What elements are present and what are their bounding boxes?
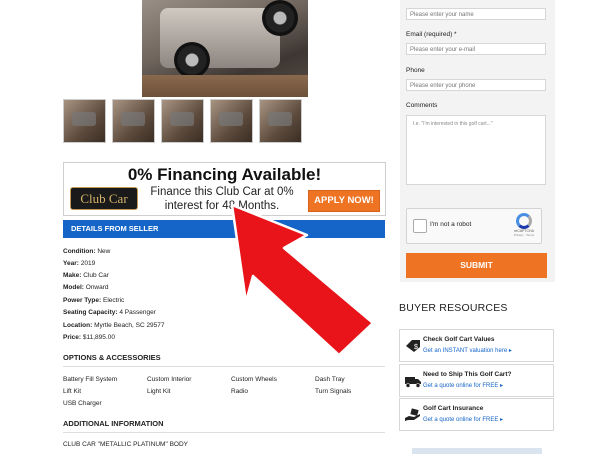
details-header: DETAILS FROM SELLER	[63, 220, 385, 238]
recaptcha-checkbox[interactable]	[413, 219, 427, 233]
recaptcha-widget: I'm not a robot reCAPTCHA Privacy - Term…	[406, 208, 542, 244]
option-item: Radio	[231, 388, 248, 395]
resource-check-values[interactable]: $ Check Golf Cart Values Get an INSTANT …	[399, 329, 554, 362]
phone-field[interactable]: Please enter your phone	[406, 79, 546, 91]
financing-description: Finance this Club Car at 0% interest for…	[148, 185, 296, 213]
resource-title: Check Golf Cart Values	[423, 336, 495, 343]
svg-text:$: $	[414, 344, 418, 351]
financing-line-2: interest for 48 Months.	[164, 200, 280, 212]
additional-info-text: CLUB CAR "METALLIC PLATINUM" BODY	[63, 441, 189, 448]
buyer-resources-title: BUYER RESOURCES	[399, 302, 508, 314]
email-label: Email (required) *	[406, 31, 457, 38]
email-field[interactable]: Please enter your e-mail	[406, 43, 546, 55]
spec-condition: Condition: New	[63, 248, 111, 255]
option-item: Light Kit	[147, 388, 171, 395]
thumbnail-4[interactable]	[210, 99, 253, 143]
financing-headline: 0% Financing Available!	[127, 165, 322, 184]
floor	[142, 75, 308, 97]
resource-insurance[interactable]: Golf Cart Insurance Get a quote online f…	[399, 398, 554, 431]
truck-icon	[405, 377, 421, 388]
option-item: Battery Fill System	[63, 376, 118, 383]
thumbnail-strip	[63, 99, 302, 143]
resource-title: Golf Cart Insurance	[423, 405, 484, 412]
resource-shipping[interactable]: Need to Ship This Golf Cart? Get a quote…	[399, 364, 554, 397]
rear-tire	[262, 0, 298, 36]
option-item: Dash Tray	[315, 376, 345, 383]
option-item: Turn Signals	[315, 388, 352, 395]
name-field[interactable]: Please enter your name	[406, 8, 546, 20]
additional-info-title: ADDITIONAL INFORMATION	[63, 419, 164, 428]
recaptcha-logo: reCAPTCHA Privacy - Terms	[512, 213, 536, 237]
comments-field[interactable]: I.e. "I'm interested in this golf cart..…	[406, 115, 546, 185]
options-title: OPTIONS & ACCESSORIES	[63, 353, 161, 362]
recaptcha-links[interactable]: Privacy - Terms	[512, 233, 536, 237]
spec-make: Make: Club Car	[63, 272, 109, 279]
divider	[63, 432, 385, 433]
financing-line-1: Finance this Club Car at 0%	[150, 186, 294, 198]
resource-link[interactable]: Get a quote online for FREE ▸	[423, 382, 503, 389]
recaptcha-icon	[516, 213, 532, 229]
thumbnail-5[interactable]	[259, 99, 302, 143]
thumbnail-3[interactable]	[161, 99, 204, 143]
option-item: Custom Interior	[147, 376, 192, 383]
club-car-logo: Club Car	[70, 187, 138, 210]
option-item: Custom Wheels	[231, 376, 277, 383]
spec-model: Model: Onward	[63, 284, 109, 291]
apply-now-button[interactable]: APPLY NOW!	[308, 190, 380, 212]
spec-price: Price: $11,895.00	[63, 334, 115, 341]
spec-power-type: Power Type: Electric	[63, 297, 125, 304]
thumbnail-1[interactable]	[63, 99, 106, 143]
thumbnail-2[interactable]	[112, 99, 155, 143]
submit-button[interactable]: SUBMIT	[406, 253, 547, 278]
ad-banner[interactable]	[412, 448, 542, 454]
financing-banner: 0% Financing Available! Club Car Finance…	[63, 162, 386, 216]
comments-label: Comments	[406, 102, 438, 109]
option-item: Lift Kit	[63, 388, 82, 395]
recaptcha-label: I'm not a robot	[430, 221, 472, 228]
insurance-hand-icon	[405, 408, 420, 421]
divider	[63, 366, 385, 367]
spec-year: Year: 2019	[63, 260, 96, 267]
option-item: USB Charger	[63, 400, 102, 407]
resource-title: Need to Ship This Golf Cart?	[423, 371, 512, 378]
front-tire	[174, 42, 210, 78]
dollar-tag-icon: $	[406, 340, 420, 352]
resource-link[interactable]: Get a quote online for FREE ▸	[423, 416, 503, 423]
main-product-photo[interactable]	[142, 0, 308, 97]
phone-label: Phone	[406, 67, 425, 74]
spec-location: Location: Myrtle Beach, SC 29577	[63, 322, 165, 329]
spec-seating: Seating Capacity: 4 Passenger	[63, 309, 156, 316]
resource-link[interactable]: Get an INSTANT valuation here ▸	[423, 347, 512, 354]
